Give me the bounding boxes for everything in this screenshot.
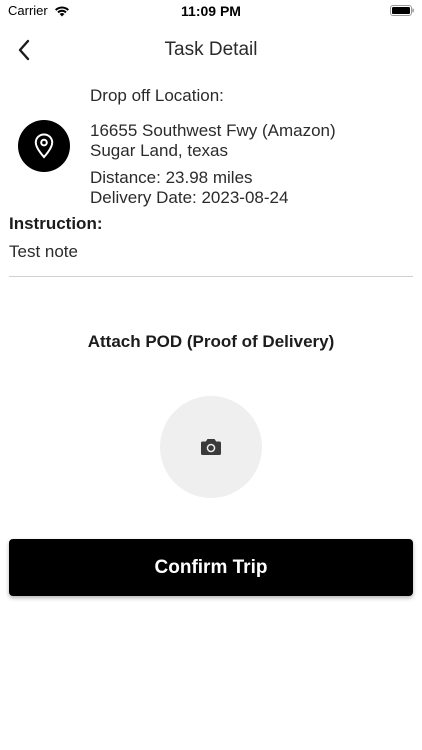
dropoff-location-label: Drop off Location: (90, 86, 224, 105)
delivery-date-text: Delivery Date: 2023-08-24 (90, 188, 289, 207)
distance-text: Distance: 23.98 miles (90, 168, 253, 187)
status-bar: Carrier 11:09 PM (0, 0, 422, 24)
battery-icon (390, 5, 414, 16)
status-time: 11:09 PM (181, 3, 241, 19)
address-line-2: Sugar Land, texas (90, 141, 228, 160)
instruction-text: Test note (9, 242, 78, 261)
attach-pod-button[interactable] (160, 396, 262, 498)
divider (9, 276, 413, 277)
camera-icon (201, 439, 221, 455)
location-pin-icon (34, 133, 54, 159)
pod-title: Attach POD (Proof of Delivery) (87, 332, 335, 351)
location-badge (18, 120, 70, 172)
instruction-label: Instruction: (9, 214, 103, 233)
confirm-trip-button[interactable]: Confirm Trip (9, 539, 413, 596)
page-title: Task Detail (164, 39, 258, 60)
address-line-1: 16655 Southwest Fwy (Amazon) (90, 121, 336, 140)
navigation-bar: Task Detail (0, 30, 422, 70)
